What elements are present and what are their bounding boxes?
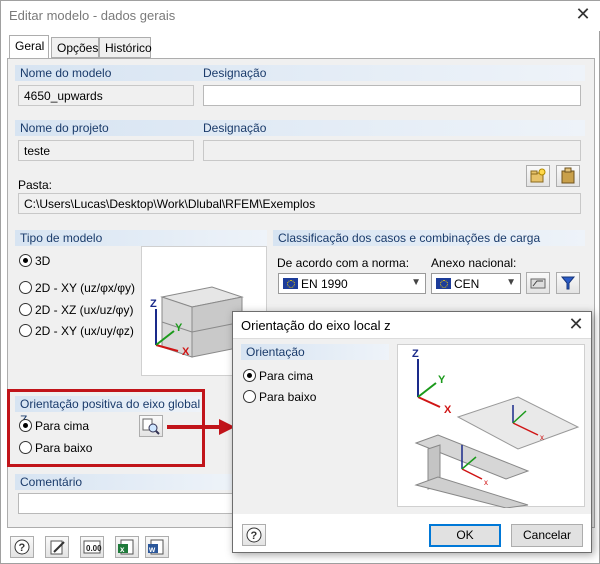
units-icon: 0.00 bbox=[83, 540, 102, 554]
comment-header: Comentário bbox=[15, 474, 237, 490]
model-designation-header: Designação bbox=[203, 66, 267, 80]
tab-historico[interactable]: Histórico bbox=[99, 37, 152, 58]
orientation-preview-button[interactable] bbox=[139, 415, 163, 437]
model-group-header: Nome do modelo Designação bbox=[15, 65, 585, 81]
popup-close-icon[interactable]: ✕ bbox=[565, 315, 587, 335]
model-name-field[interactable]: 4650_upwards bbox=[18, 85, 194, 106]
radio bbox=[19, 324, 32, 337]
annex-select[interactable]: CEN ▼ bbox=[431, 273, 521, 294]
help-icon: ? bbox=[14, 539, 30, 555]
svg-text:?: ? bbox=[251, 530, 258, 542]
cancel-button[interactable]: Cancelar bbox=[511, 524, 583, 547]
svg-text:Z: Z bbox=[412, 348, 419, 360]
svg-text:x: x bbox=[540, 433, 544, 442]
model-type-header: Tipo de modelo bbox=[15, 230, 267, 246]
excel-icon: x bbox=[118, 539, 134, 555]
norm-label: De acordo com a norma: bbox=[277, 256, 410, 270]
project-designation-header: Designação bbox=[203, 121, 267, 135]
title-bar: Editar modelo - dados gerais ✕ bbox=[1, 1, 600, 31]
filter-icon bbox=[560, 276, 576, 290]
units-button[interactable]: 0.00 bbox=[80, 536, 104, 558]
radio bbox=[19, 303, 32, 316]
project-manager-button[interactable] bbox=[556, 165, 580, 187]
model-type-2d-xz-radio[interactable]: 2D - XZ (ux/uz/φy) bbox=[19, 303, 133, 317]
popup-preview: Z X Y x x bbox=[397, 344, 585, 509]
help-button[interactable]: ? bbox=[10, 536, 34, 558]
popup-orientation-header: Orientação bbox=[241, 344, 389, 360]
project-group-header: Nome do projeto Designação bbox=[15, 120, 585, 136]
svg-text:0.00: 0.00 bbox=[86, 544, 102, 553]
model-type-3d-radio[interactable]: 3D bbox=[19, 254, 50, 268]
edit-icon bbox=[50, 540, 65, 555]
popup-help-button[interactable]: ? bbox=[242, 524, 266, 546]
edit-button[interactable] bbox=[45, 536, 69, 558]
model-type-2d-xy-radio[interactable]: 2D - XY (uz/φx/φy) bbox=[19, 281, 135, 295]
project-name-header: Nome do projeto bbox=[20, 121, 109, 135]
svg-text:Y: Y bbox=[438, 374, 446, 386]
svg-text:Z: Z bbox=[150, 298, 157, 310]
popup-down-radio[interactable]: Para baixo bbox=[243, 390, 316, 404]
popup-title: Orientação do eixo local z bbox=[241, 318, 391, 333]
norm-select[interactable]: EN 1990 ▼ bbox=[278, 273, 426, 294]
chevron-down-icon: ▼ bbox=[506, 277, 516, 288]
chevron-down-icon: ▼ bbox=[411, 277, 421, 288]
svg-text:X: X bbox=[182, 346, 190, 358]
ok-button[interactable]: OK bbox=[429, 524, 501, 547]
help-icon: ? bbox=[246, 527, 262, 543]
export-word-button[interactable]: w bbox=[145, 536, 169, 558]
global-z-up-radio[interactable]: Para cima bbox=[19, 419, 89, 433]
filter-button[interactable] bbox=[556, 272, 580, 294]
settings-hand-icon bbox=[530, 278, 546, 289]
radio-selected bbox=[243, 369, 256, 382]
project-manager-icon bbox=[561, 167, 575, 184]
radio bbox=[19, 281, 32, 294]
export-excel-button[interactable]: x bbox=[115, 536, 139, 558]
model-designation-field[interactable] bbox=[203, 85, 581, 106]
annex-settings-button[interactable] bbox=[526, 272, 550, 294]
svg-text:X: X bbox=[444, 404, 452, 416]
global-z-header: Orientação positiva do eixo global Z bbox=[15, 396, 201, 427]
red-arrow-icon bbox=[167, 419, 235, 435]
folder-label: Pasta: bbox=[18, 178, 53, 192]
project-name-field[interactable]: teste bbox=[18, 140, 194, 161]
eu-flag-icon bbox=[283, 278, 298, 289]
radio bbox=[243, 390, 256, 403]
radio-selected bbox=[19, 419, 32, 432]
magnify-icon bbox=[142, 418, 160, 435]
eu-flag-icon bbox=[436, 278, 451, 289]
new-project-button[interactable] bbox=[526, 165, 550, 187]
svg-text:x: x bbox=[120, 545, 125, 554]
word-icon: w bbox=[148, 539, 164, 555]
model-name-header: Nome do modelo bbox=[20, 66, 112, 80]
window-title: Editar modelo - dados gerais bbox=[9, 8, 176, 23]
comment-field[interactable] bbox=[18, 493, 240, 514]
model-type-2d-xy-planar-radio[interactable]: 2D - XY (ux/uy/φz) bbox=[19, 324, 134, 338]
close-icon[interactable]: ✕ bbox=[572, 5, 594, 25]
project-designation-field[interactable] bbox=[203, 140, 581, 161]
folder-field[interactable]: C:\Users\Lucas\Desktop\Work\Dlubal\RFEM\… bbox=[18, 193, 581, 214]
load-classification-header: Classificação dos casos e combinações de… bbox=[273, 230, 585, 246]
svg-text:?: ? bbox=[19, 542, 26, 554]
new-project-icon bbox=[530, 168, 546, 183]
tab-opcoes[interactable]: Opções bbox=[51, 37, 99, 58]
global-z-down-radio[interactable]: Para baixo bbox=[19, 441, 92, 455]
radio-selected bbox=[19, 254, 32, 267]
axis-orientation-illustration: Z X Y x x bbox=[412, 348, 580, 509]
svg-text:x: x bbox=[484, 478, 488, 487]
local-z-orientation-dialog: Orientação do eixo local z ✕ Orientação … bbox=[232, 311, 592, 553]
popup-up-radio[interactable]: Para cima bbox=[243, 369, 313, 383]
radio bbox=[19, 441, 32, 454]
tab-geral[interactable]: Geral bbox=[9, 35, 49, 59]
svg-text:w: w bbox=[148, 545, 156, 554]
annex-label: Anexo nacional: bbox=[431, 256, 517, 270]
svg-text:Y: Y bbox=[175, 322, 183, 334]
